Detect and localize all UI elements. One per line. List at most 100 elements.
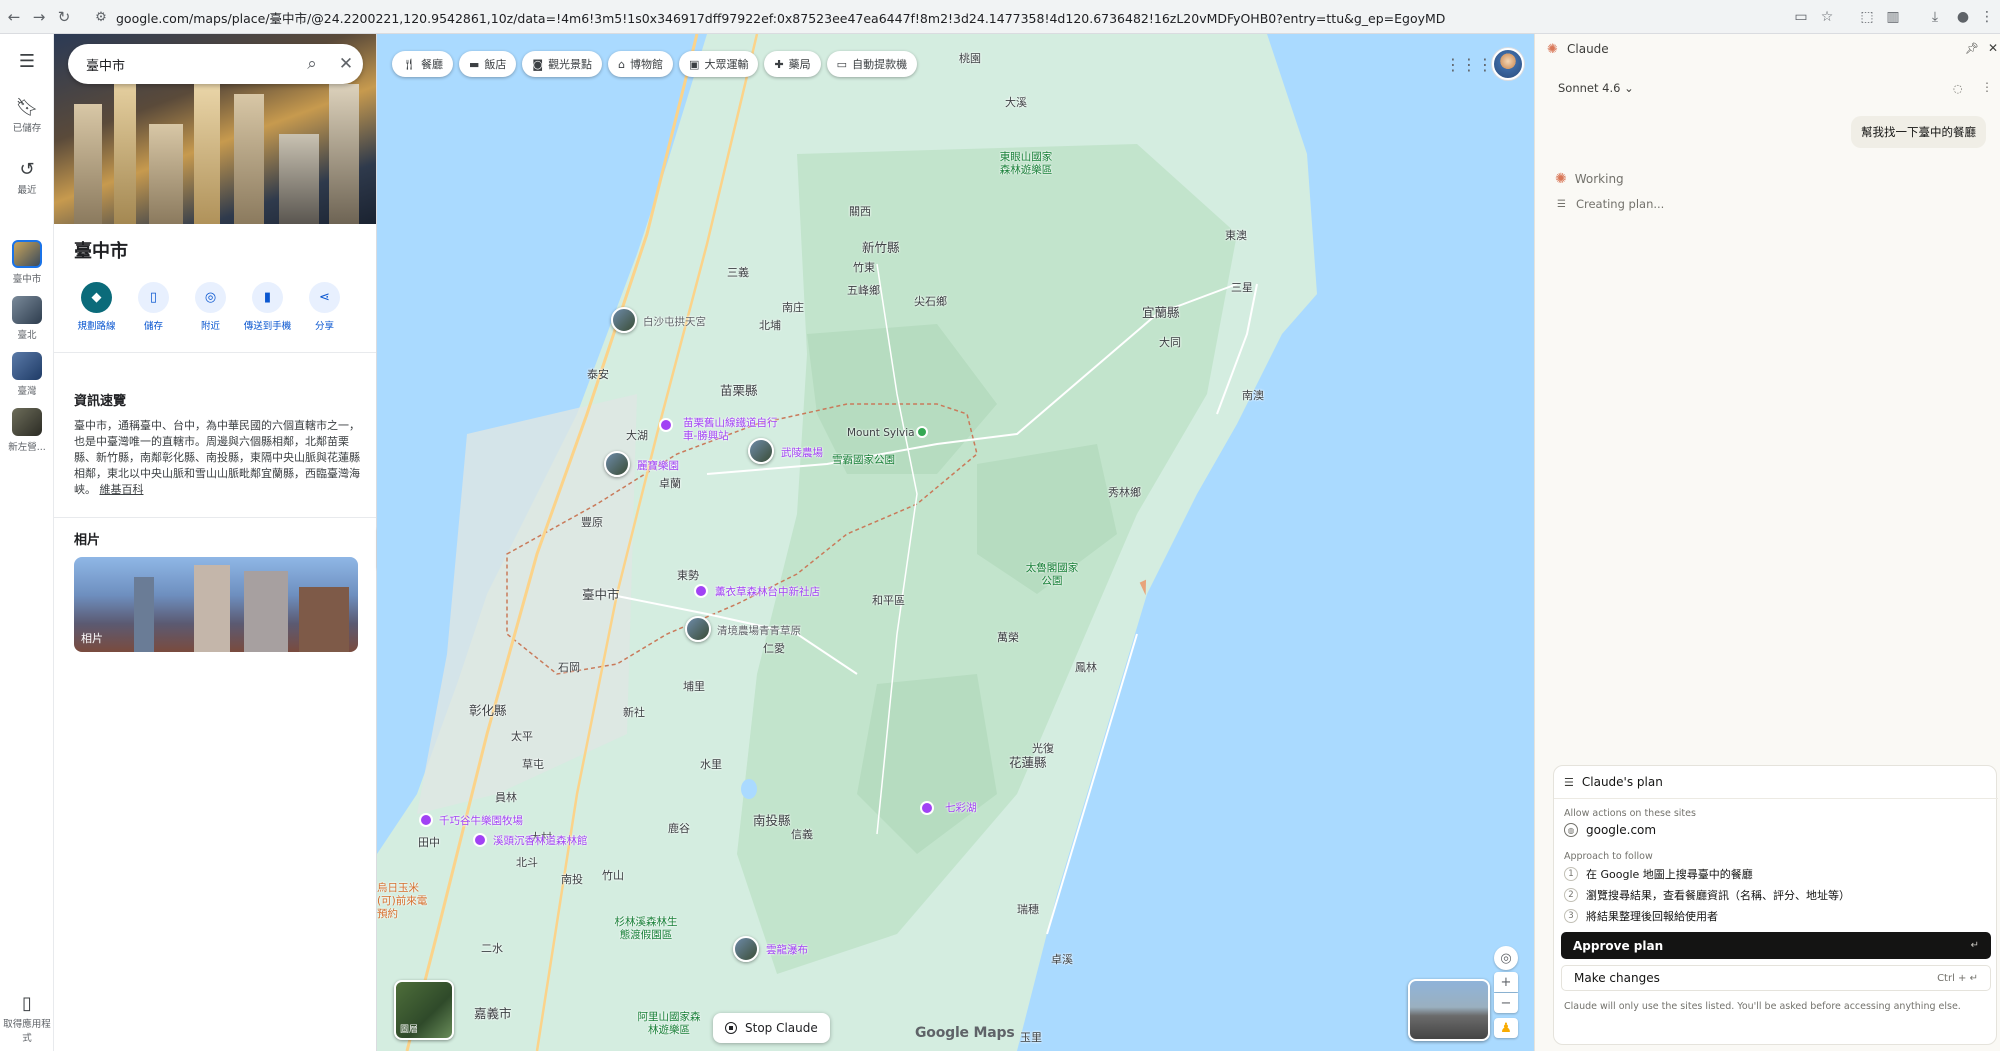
chip-label: 自動提款機: [852, 58, 908, 71]
poi-marker[interactable]: [419, 813, 433, 827]
pin-icon[interactable]: 📌︎: [1965, 42, 1979, 55]
rail-recent-taiwan[interactable]: 臺灣: [0, 352, 54, 397]
poi-label-lavender[interactable]: 薰衣草森林台中新社店: [715, 584, 820, 599]
poi-marker[interactable]: [473, 833, 487, 847]
poi-label-wuling[interactable]: 武陵農場: [781, 445, 823, 460]
poi-label-qicaihu[interactable]: 七彩湖: [945, 800, 977, 815]
poi-label-lihpao[interactable]: 麗寶樂園: [637, 458, 679, 473]
poi-label-baishatun[interactable]: 白沙屯拱天宮: [643, 314, 706, 329]
zoom-in-button[interactable]: +: [1494, 972, 1518, 992]
map-label-lugu: 鹿谷: [668, 822, 690, 835]
poi-label-qianqiaogu[interactable]: 千巧谷牛樂園牧場: [439, 813, 523, 828]
chip-attractions[interactable]: ◙ 觀光景點: [522, 51, 603, 77]
wikipedia-link[interactable]: 維基百科: [100, 483, 144, 496]
forward-icon[interactable]: →: [28, 6, 50, 28]
pegman-icon[interactable]: ♟: [1494, 1018, 1518, 1038]
map-label-dongao: 東澳: [1225, 229, 1247, 242]
side-panel-icon[interactable]: ▥: [1882, 6, 1904, 28]
url-text[interactable]: google.com/maps/place/臺中市/@24.2200221,12…: [116, 8, 1446, 27]
my-location-icon[interactable]: ◎: [1494, 946, 1518, 970]
map-label-dongshi: 東勢: [677, 569, 699, 582]
rail-saved[interactable]: 🔖︎ 已儲存: [0, 98, 54, 135]
rail-recent-taipei[interactable]: 臺北: [0, 296, 54, 341]
poi-label-taroko[interactable]: 太魯閣國家公園: [1022, 562, 1082, 588]
chip-pharmacies[interactable]: ✚ 藥局: [764, 51, 821, 77]
poi-label-cingjing[interactable]: 清境農場青青草原: [717, 623, 801, 638]
chip-restaurants[interactable]: 🍴︎ 餐廳: [392, 51, 453, 77]
chip-hotels[interactable]: ▬ 飯店: [458, 51, 517, 77]
send-to-phone-label: 傳送到手機: [243, 321, 292, 332]
map-label-datong: 大同: [1159, 336, 1181, 349]
map-label-zhuolan: 卓蘭: [659, 477, 681, 490]
download-icon[interactable]: ⤓: [1924, 6, 1946, 28]
chip-museums[interactable]: ⌂ 博物館: [608, 51, 674, 77]
hamburger-menu[interactable]: ☰: [0, 52, 54, 74]
poi-photo-marker[interactable]: [611, 307, 637, 333]
poi-label-xitou[interactable]: 溪頭沉香林道森林館: [493, 833, 588, 848]
zoom-out-button[interactable]: −: [1494, 993, 1518, 1013]
rail-recent-zuoying[interactable]: 新左營...: [0, 408, 54, 453]
rail-recent[interactable]: ↺ 最近: [0, 160, 54, 197]
divider: [54, 517, 376, 518]
poi-marker[interactable]: [920, 801, 934, 815]
poi-photo-marker[interactable]: [733, 936, 759, 962]
poi-marker[interactable]: [659, 418, 673, 432]
stop-icon: [725, 1022, 737, 1034]
model-selector[interactable]: Sonnet 4.6 ⌄: [1558, 81, 1634, 95]
reload-icon[interactable]: ↻: [53, 6, 75, 28]
photos-title: 相片: [74, 533, 101, 548]
site-info-icon[interactable]: ⚙: [92, 8, 110, 26]
search-box[interactable]: 臺中市 ⌕ ✕: [68, 44, 363, 84]
rail-get-app[interactable]: ▯ 取得應用程式: [0, 994, 54, 1045]
account-avatar[interactable]: [1492, 48, 1524, 80]
make-changes-button[interactable]: Make changes Ctrl + ↵: [1561, 965, 1991, 991]
profile-icon[interactable]: ●: [1952, 6, 1974, 28]
close-icon[interactable]: ✕: [1988, 41, 1998, 55]
layers-button[interactable]: 圖層: [394, 980, 454, 1040]
menu-dots-icon[interactable]: ⋮: [1976, 6, 1998, 28]
plan-header: ☰ Claude's plan: [1564, 775, 1663, 789]
send-to-phone-button[interactable]: ▮ 傳送到手機: [239, 282, 296, 332]
install-app-icon[interactable]: ▭: [1790, 6, 1812, 28]
map-label-hsinchu-county: 新竹縣: [862, 240, 900, 255]
nearby-button[interactable]: ◎ 附近: [182, 282, 239, 332]
chip-atms[interactable]: ▭ 自動提款機: [826, 51, 918, 77]
chip-label: 飯店: [484, 58, 507, 71]
search-icon[interactable]: ⌕: [295, 54, 329, 74]
menu-icon[interactable]: ☰: [0, 52, 54, 72]
poi-photo-marker[interactable]: [685, 616, 711, 642]
save-button[interactable]: ▯ 儲存: [125, 282, 182, 332]
stop-claude-button[interactable]: Stop Claude: [713, 1013, 830, 1043]
extensions-icon[interactable]: ⬚: [1856, 6, 1878, 28]
poi-photo-marker[interactable]: [604, 451, 630, 477]
poi-label-shanlinxi[interactable]: 杉林溪森林生態渡假園區: [610, 916, 682, 942]
chat-history-icon[interactable]: ◌: [1953, 82, 1963, 95]
peak-icon[interactable]: [916, 426, 928, 438]
rail-recent-taichung[interactable]: 臺中市: [0, 240, 54, 285]
street-view-thumbnail[interactable]: [1408, 979, 1490, 1041]
share-button[interactable]: ⋖ 分享: [296, 282, 353, 332]
map-canvas[interactable]: 桃園 新竹縣 苗栗縣 宜蘭縣 臺中市 彰化縣 南投縣 花蓮縣 嘉義市 三義 南庄…: [377, 34, 1534, 1051]
map-label-puli: 埔里: [683, 680, 705, 693]
poi-marker[interactable]: [694, 584, 708, 598]
chip-transit[interactable]: ▣ 大眾運輸: [679, 51, 759, 77]
step-text: 瀏覽搜尋結果，查看餐廳資訊（名稱、評分、地址等）: [1586, 889, 1850, 902]
poi-label-alishan[interactable]: 阿里山國家森林遊樂區: [634, 1011, 704, 1037]
poi-label-shei-pa[interactable]: 雪霸國家公園: [832, 452, 895, 467]
back-icon[interactable]: ←: [3, 6, 25, 28]
close-icon[interactable]: ✕: [329, 54, 363, 74]
google-apps-icon[interactable]: ⋮⋮⋮: [1445, 52, 1493, 76]
poi-label-dongyanshan[interactable]: 東眼山國家森林遊樂區: [996, 151, 1056, 177]
poi-photo-marker[interactable]: [748, 438, 774, 464]
address-bar[interactable]: ⚙ google.com/maps/place/臺中市/@24.2200221,…: [88, 5, 1848, 29]
more-options-icon[interactable]: ⋮: [1981, 80, 1993, 94]
bookmark-star-icon[interactable]: ☆: [1816, 6, 1838, 28]
approve-plan-button[interactable]: Approve plan ↵: [1561, 932, 1991, 959]
poi-label-yunlong[interactable]: 雲龍瀑布: [766, 942, 808, 957]
poi-label-corn[interactable]: 烏日玉米(可)前來電預約: [377, 882, 437, 921]
map-label-zhushan: 竹山: [602, 869, 624, 882]
search-input[interactable]: 臺中市: [86, 55, 295, 74]
poi-label-mount-sylvia[interactable]: Mount Sylvia: [847, 427, 915, 439]
photo-card[interactable]: 相片: [74, 557, 358, 652]
directions-button[interactable]: ◆ 規劃路線: [68, 282, 125, 332]
